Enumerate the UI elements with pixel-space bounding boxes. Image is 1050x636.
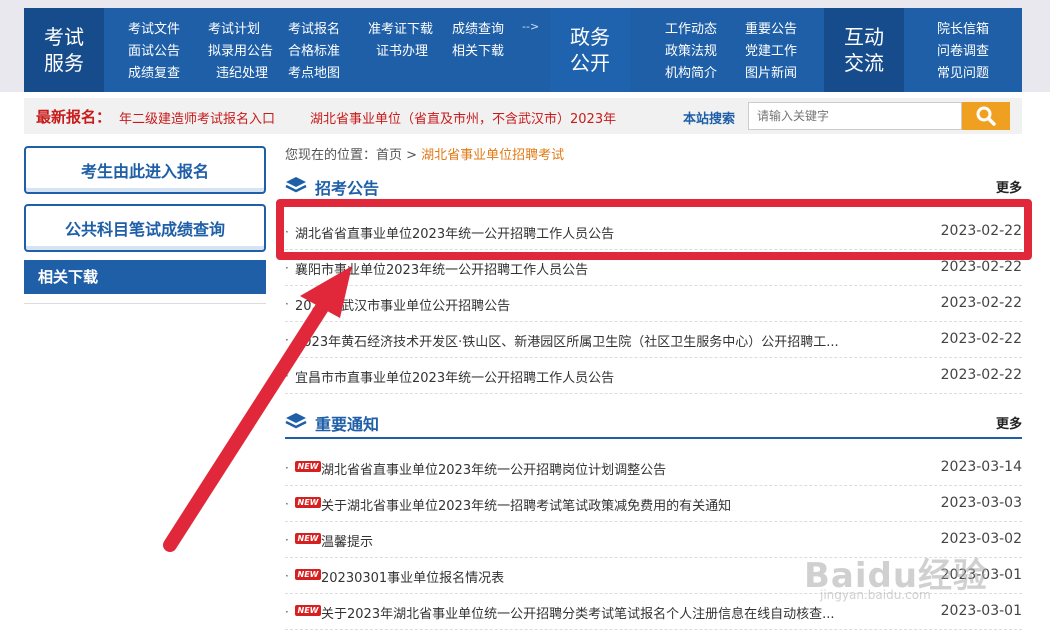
- nav-section-title: 政务: [570, 25, 610, 49]
- nav-link[interactable]: 重要公告: [745, 18, 825, 40]
- item-date: 2023-03-14: [940, 459, 1022, 475]
- search-input[interactable]: [748, 102, 962, 130]
- item-date: 2023-02-22: [940, 295, 1022, 311]
- nav-link[interactable]: 考点地图: [288, 62, 368, 84]
- item-date: 2023-03-03: [940, 495, 1022, 511]
- nav-section-interaction[interactable]: 互动 交流: [824, 8, 904, 92]
- nav-link[interactable]: 准考证下载: [368, 18, 452, 40]
- nav-link[interactable]: 违纪处理: [208, 62, 288, 84]
- latest-item[interactable]: 年二级建造师考试报名入口: [119, 108, 289, 127]
- item-date: 2023-02-22: [940, 331, 1022, 347]
- new-badge: NEW: [295, 569, 321, 580]
- list-item[interactable]: · NEW 关于湖北省事业单位2023年统一招聘考试笔试政策减免费用的有关通知 …: [285, 486, 1022, 522]
- item-date: 2023-02-22: [940, 367, 1022, 383]
- bullet: ·: [285, 333, 289, 347]
- nav-link[interactable]: 常见问题: [937, 62, 1007, 84]
- bullet: ·: [285, 461, 289, 475]
- nav-section-title: 互动: [844, 25, 884, 49]
- watermark-url: jingyan.baidu.com: [820, 588, 931, 602]
- nav-link[interactable]: 政策法规: [665, 40, 745, 62]
- nav-link[interactable]: 工作动态: [665, 18, 745, 40]
- nav-link[interactable]: 党建工作: [745, 40, 825, 62]
- breadcrumb-current[interactable]: 湖北省事业单位招聘考试: [421, 148, 564, 163]
- item-title[interactable]: 襄阳市事业单位2023年统一公开招聘工作人员公告: [295, 259, 588, 278]
- nav-section-title: 考试: [44, 25, 84, 49]
- register-button[interactable]: 考生由此进入报名: [24, 146, 266, 194]
- bullet: ·: [285, 497, 289, 511]
- search-button[interactable]: [962, 102, 1010, 130]
- item-title[interactable]: 2023年黄石经济技术开发区·铁山区、新港园区所属卫生院（社区卫生服务中心）公开…: [295, 331, 839, 350]
- interaction-links: 院长信箱 问卷调查 常见问题: [937, 18, 1007, 84]
- list-item[interactable]: · 2023年武汉市事业单位公开招聘公告 2023-02-22: [285, 286, 1022, 322]
- score-query-button[interactable]: 公共科目笔试成绩查询: [24, 204, 266, 252]
- new-badge: NEW: [295, 605, 321, 616]
- new-badge: NEW: [295, 533, 321, 544]
- item-title[interactable]: 宜昌市市直事业单位2023年统一公开招聘工作人员公告: [295, 367, 614, 386]
- nav-section-exam-service[interactable]: 考试 服务: [24, 8, 104, 92]
- bullet: ·: [285, 605, 289, 619]
- nav-link[interactable]: 拟录用公告: [208, 40, 288, 62]
- item-title[interactable]: 关于湖北省事业单位2023年统一招聘考试笔试政策减免费用的有关通知: [321, 495, 731, 514]
- nav-link[interactable]: 合格标准: [288, 40, 368, 62]
- layers-icon: [285, 177, 307, 193]
- latest-title: 最新报名：: [36, 108, 112, 126]
- nav-link[interactable]: 证书办理: [368, 40, 452, 62]
- nav-link[interactable]: 面试公告: [128, 40, 208, 62]
- list-item[interactable]: · 2023年黄石经济技术开发区·铁山区、新港园区所属卫生院（社区卫生服务中心）…: [285, 322, 1022, 358]
- nav-more-arrows: -->: [522, 20, 540, 33]
- item-date: 2023-03-01: [940, 603, 1022, 619]
- nav-section-title: 交流: [844, 51, 884, 75]
- search-icon: [976, 106, 996, 126]
- nav-link[interactable]: 图片新闻: [745, 62, 825, 84]
- bullet: ·: [285, 261, 289, 275]
- exam-links: 考试文件 考试计划 考试报名 准考证下载 成绩查询 面试公告 拟录用公告 合格标…: [128, 18, 532, 84]
- item-title[interactable]: 20230301事业单位报名情况表: [321, 567, 504, 586]
- item-date: 2023-03-02: [940, 531, 1022, 547]
- new-badge: NEW: [295, 497, 321, 508]
- nav-section-gov-affairs[interactable]: 政务 公开: [550, 8, 630, 92]
- search-label: 本站搜索: [683, 112, 736, 127]
- item-title[interactable]: 湖北省省直事业单位2023年统一公开招聘岗位计划调整公告: [321, 459, 666, 478]
- new-badge: NEW: [295, 461, 321, 472]
- nav-link[interactable]: 成绩复查: [128, 62, 208, 84]
- section-title: 招考公告: [315, 179, 380, 198]
- nav-link[interactable]: 问卷调查: [937, 40, 1007, 62]
- downloads-list: [24, 294, 266, 304]
- nav-link[interactable]: 考试文件: [128, 18, 208, 40]
- item-title[interactable]: 2023年武汉市事业单位公开招聘公告: [295, 295, 510, 314]
- nav-link[interactable]: 成绩查询: [452, 18, 532, 40]
- item-date: 2023-02-22: [940, 259, 1022, 275]
- bullet: ·: [285, 297, 289, 311]
- layers-icon: [285, 413, 307, 429]
- nav-link[interactable]: 考试计划: [208, 18, 288, 40]
- more-link[interactable]: 更多: [996, 413, 1022, 432]
- more-link[interactable]: 更多: [996, 177, 1022, 196]
- highlight-box: [276, 199, 1032, 260]
- notices-header: 重要通知 更多: [285, 411, 1022, 439]
- nav-section-title: 公开: [570, 51, 610, 75]
- item-title[interactable]: 关于2023年湖北省事业单位统一公开招聘分类考试笔试报名个人注册信息在线自动核查…: [321, 603, 834, 622]
- list-item[interactable]: · 宜昌市市直事业单位2023年统一公开招聘工作人员公告 2023-02-22: [285, 358, 1022, 394]
- downloads-header[interactable]: 相关下载: [24, 260, 266, 294]
- nav-link[interactable]: 考试报名: [288, 18, 368, 40]
- gov-links: 工作动态 重要公告 政策法规 党建工作 机构简介 图片新闻: [665, 18, 825, 84]
- main-nav: 考试 服务 考试文件 考试计划 考试报名 准考证下载 成绩查询 面试公告 拟录用…: [24, 8, 1022, 92]
- item-title[interactable]: 温馨提示: [321, 531, 373, 550]
- nav-section-title: 服务: [44, 51, 84, 75]
- bullet: ·: [285, 533, 289, 547]
- bullet: ·: [285, 569, 289, 583]
- latest-registration-bar: 最新报名： 年二级建造师考试报名入口 湖北省事业单位（省直及市州，不含武汉市）2…: [24, 98, 1022, 134]
- list-item[interactable]: · NEW 湖北省省直事业单位2023年统一公开招聘岗位计划调整公告 2023-…: [285, 450, 1022, 486]
- nav-link[interactable]: 院长信箱: [937, 18, 1007, 40]
- nav-link[interactable]: 相关下载: [452, 40, 532, 62]
- breadcrumb: 您现在的位置：首页 > 湖北省事业单位招聘考试: [285, 144, 564, 163]
- breadcrumb-prefix[interactable]: 您现在的位置：首页 >: [285, 148, 421, 163]
- bullet: ·: [285, 369, 289, 383]
- latest-item[interactable]: 湖北省事业单位（省直及市州，不含武汉市）2023年: [310, 108, 640, 127]
- nav-link[interactable]: 机构简介: [665, 62, 745, 84]
- section-title: 重要通知: [315, 415, 380, 434]
